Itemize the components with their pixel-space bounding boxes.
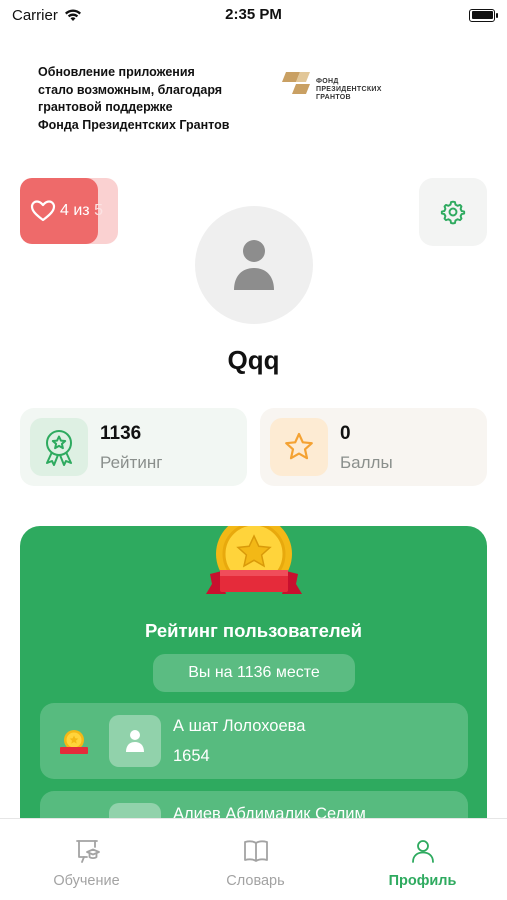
tab-learning[interactable]: Обучение (2, 819, 171, 900)
logo-line: ПРЕЗИДЕНТСКИХ (316, 86, 382, 93)
profile-avatar[interactable] (195, 206, 313, 324)
tab-label: Профиль (388, 873, 457, 889)
logo-line: ГРАНТОВ (316, 94, 351, 101)
status-time: 2:35 PM (225, 6, 282, 23)
heart-icon (30, 200, 56, 222)
user-place-pill: Вы на 1136 месте (153, 654, 355, 692)
tab-dictionary[interactable]: Словарь (171, 819, 340, 900)
username: Qqq (227, 345, 280, 375)
banner-line: Фонда Президентских Грантов (38, 117, 230, 132)
grant-fund-logo: ФОНД ПРЕЗИДЕНТСКИХ ГРАНТОВ (280, 70, 410, 110)
tab-profile[interactable]: Профиль (338, 819, 507, 900)
graduation-board-icon (75, 840, 100, 863)
gear-icon (440, 200, 466, 225)
banner-line: стало возможным, благодаря (38, 82, 223, 97)
book-icon (243, 840, 268, 862)
leaderboard-name: А шат Лолохоева (173, 717, 306, 735)
rating-icon-box (30, 418, 88, 476)
award-ribbon-icon (46, 430, 72, 466)
leaderboard-title: Рейтинг пользователей (144, 620, 363, 641)
gold-medal-icon (60, 730, 88, 754)
settings-button[interactable] (419, 178, 487, 246)
lives-total: 5 (94, 202, 103, 219)
star-icon (285, 432, 313, 460)
tab-label: Обучение (53, 873, 120, 889)
person-icon (411, 840, 434, 863)
leaderboard-score: 1654 (173, 747, 210, 765)
grant-banner-text: Обновление приложения стало возможным, б… (38, 64, 268, 134)
tab-label: Словарь (226, 873, 285, 889)
rating-value: 1136 (100, 423, 142, 444)
banner-line: грантовой поддержке (38, 100, 173, 114)
points-label: Баллы (340, 453, 393, 472)
tab-bar: Обучение Словарь Профиль (0, 818, 507, 900)
rating-label: Рейтинг (100, 453, 163, 472)
grant-banner: Обновление приложения стало возможным, б… (38, 60, 458, 140)
points-stat-card[interactable]: 0 Баллы (260, 408, 487, 486)
grant-fund-logo-mark (282, 72, 310, 94)
leaderboard-avatar (109, 715, 161, 767)
leaderboard-row[interactable]: А шат Лолохоева 1654 (40, 703, 468, 779)
gold-medal-icon (206, 526, 302, 594)
logo-line: ФОНД (316, 78, 339, 85)
person-placeholder-icon (126, 730, 144, 752)
lives-count: 4 из 5 (60, 202, 103, 220)
lives-current: 4 из (60, 202, 90, 219)
points-icon-box (270, 418, 328, 476)
person-placeholder-icon (234, 240, 274, 290)
leaderboard-card: Рейтинг пользователей Вы на 1136 месте А… (20, 526, 487, 836)
banner-line: Обновление приложения (38, 65, 195, 79)
points-value: 0 (340, 423, 351, 444)
rating-stat-card[interactable]: 1136 Рейтинг (20, 408, 247, 486)
